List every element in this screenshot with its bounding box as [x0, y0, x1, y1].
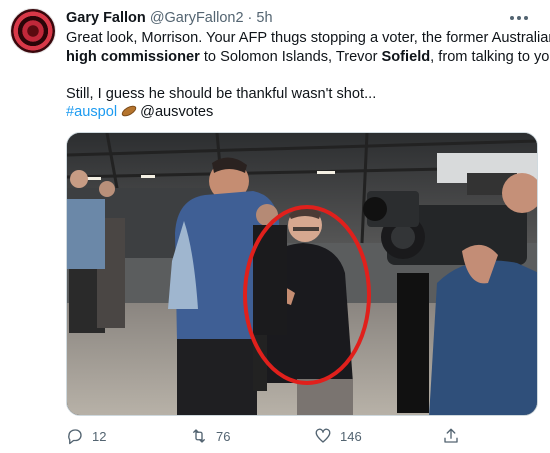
- avatar[interactable]: [10, 8, 56, 54]
- author-name[interactable]: Gary Fallon: [66, 10, 146, 26]
- text-span: , from talking to you!: [430, 48, 550, 65]
- tweet-header: Gary Fallon @GaryFallon2 · 5h: [66, 9, 273, 27]
- tweet-text: Great look, Morrison. Your AFP thugs sto…: [66, 29, 550, 122]
- tweet-line-3: Still, I guess he should be thankful was…: [66, 85, 377, 102]
- hashtag-link[interactable]: #auspol: [66, 104, 117, 120]
- bold-text: Sofield: [381, 48, 431, 65]
- tweet-actions: 12 76 146: [66, 424, 486, 448]
- reply-icon: [68, 429, 82, 445]
- retweet-icon: [193, 429, 205, 443]
- more-horizontal-icon[interactable]: [510, 12, 532, 24]
- photo-scene: [67, 133, 537, 415]
- retweet-button[interactable]: 76: [190, 424, 230, 448]
- like-count: 146: [340, 428, 362, 444]
- reply-count: 12: [92, 428, 107, 444]
- timestamp[interactable]: 5h: [256, 10, 272, 26]
- reply-button[interactable]: 12: [66, 424, 106, 448]
- author-handle[interactable]: @GaryFallon2: [150, 10, 244, 26]
- tweet-photo[interactable]: [66, 132, 538, 416]
- separator: ·: [247, 10, 253, 26]
- heart-icon: [315, 428, 331, 443]
- tweet-line-1: Great look, Morrison. Your AFP thugs sto…: [66, 30, 550, 46]
- bold-text: high commissioner: [66, 48, 200, 65]
- retweet-count: 76: [216, 428, 231, 444]
- mention-link[interactable]: @ausvotes: [140, 104, 213, 120]
- tweet-line-2: high commissioner to Solomon Islands, Tr…: [66, 48, 550, 67]
- like-button[interactable]: 146: [314, 424, 362, 448]
- photographer-left-camera: [363, 191, 419, 227]
- tweet-line-4: #auspol @ausvotes: [66, 103, 538, 122]
- share-button[interactable]: [442, 424, 460, 448]
- text-span: to Solomon Islands, Trevor: [199, 48, 382, 65]
- football-emoji-icon: [120, 103, 139, 119]
- share-icon: [444, 428, 458, 443]
